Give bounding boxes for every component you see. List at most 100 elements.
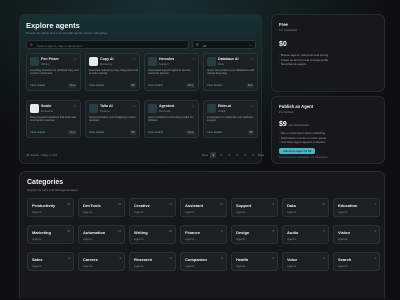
bookmark-icon[interactable]: ♡ — [73, 57, 77, 62]
category-tile[interactable]: Productivity Agents 24 — [27, 198, 74, 217]
category-subtitle: Agents — [287, 263, 297, 268]
agent-card[interactable]: Tallo AI Finance ♡ Personal finance and bud… — [85, 100, 140, 138]
publish-price-unit: per submission — [288, 123, 309, 127]
view-details-link[interactable]: View details — [30, 130, 45, 134]
category-tile[interactable]: Support Agents 9 — [231, 198, 278, 217]
category-count: 5 — [323, 229, 325, 233]
category-name: Vision — [338, 230, 350, 235]
page-button[interactable]: Prev — [202, 152, 208, 158]
page-button[interactable]: 5 — [242, 152, 248, 158]
bookmark-icon[interactable]: ♡ — [73, 104, 77, 109]
category-name: Companion — [185, 257, 207, 262]
agent-name: Copy AI — [100, 57, 114, 61]
agent-card[interactable]: Hercules Support ♡ Automated support agent … — [144, 53, 199, 91]
bookmark-icon[interactable]: ♡ — [191, 57, 195, 62]
submit-agent-button[interactable]: Submit an agent for $9 — [279, 148, 316, 154]
view-details-link[interactable]: View details — [89, 83, 104, 87]
agent-logo — [30, 57, 39, 66]
view-details-link[interactable]: View details — [89, 130, 104, 134]
agent-card[interactable]: Elder-ai Health ♡ AI assistant for eldercar… — [203, 100, 258, 138]
pagination: Prev 1 2 3 4 5 6 Next — [202, 152, 264, 158]
agent-name: Scaile — [41, 104, 52, 108]
view-details-link[interactable]: View details — [148, 83, 163, 87]
page-button[interactable]: 4 — [234, 152, 240, 158]
category-tile[interactable]: Search Agents 7 — [333, 252, 380, 271]
page-button[interactable]: Next — [258, 152, 264, 158]
agent-card[interactable]: Copy AI Marketing ♡ Generate marketing copy… — [85, 53, 140, 91]
agent-category: Writing — [41, 62, 50, 66]
bookmark-icon[interactable]: ♡ — [132, 104, 136, 109]
results-count: 48 results • Page 1 of 6 — [26, 153, 58, 157]
category-tile[interactable]: Automation Agents 13 — [78, 225, 125, 244]
category-tile[interactable]: Design Agents 8 — [231, 225, 278, 244]
bookmark-icon[interactable]: ♡ — [191, 104, 195, 109]
category-count: 24 — [67, 202, 70, 206]
category-tile[interactable]: Assistant Agents 15 — [180, 198, 227, 217]
category-tile[interactable]: Data Agents 11 — [282, 198, 329, 217]
category-tile[interactable]: Voice Agents 4 — [282, 252, 329, 271]
agent-logo — [89, 104, 98, 113]
category-subtitle: Agents — [185, 236, 195, 241]
agent-name: Database AI — [218, 57, 239, 61]
category-count: 6 — [221, 229, 223, 233]
category-tile[interactable]: Careers Agents 3 — [78, 252, 125, 271]
category-subtitle: Agents — [185, 209, 195, 214]
agent-logo — [148, 104, 157, 113]
agent-category: DevTools — [159, 109, 171, 113]
category-tile[interactable]: Companion Agents 6 — [180, 252, 227, 271]
categories-panel: Categories Explore by topic and find age… — [19, 171, 385, 299]
category-count: 5 — [272, 256, 274, 260]
category-tile[interactable]: Research Agents 11 — [129, 252, 176, 271]
view-details-link[interactable]: View details — [207, 130, 222, 134]
category-name: Design — [236, 230, 250, 235]
free-plan-panel: Free For individuals $0 Browse agents, c… — [271, 14, 385, 92]
page-button[interactable]: 1 — [210, 152, 217, 158]
agent-category: Finance — [100, 109, 110, 113]
category-tile[interactable]: Finance Agents 6 — [180, 225, 227, 244]
agent-card[interactable]: Pen Prism Writing ♡ AI writing assistant fo… — [26, 53, 81, 91]
category-tile[interactable]: Education Agents 7 — [333, 198, 380, 217]
bookmark-icon[interactable]: ♡ — [132, 57, 136, 62]
category-tile[interactable]: Health Agents 5 — [231, 252, 278, 271]
category-tile[interactable]: Sales Agents 9 — [27, 252, 74, 271]
category-tile[interactable]: Audio Agents 5 — [282, 225, 329, 244]
category-filter-select[interactable]: ≡ All ⌄ — [192, 40, 256, 49]
agent-card[interactable]: Agentest DevTools ♡ Agent workflows and tes… — [144, 100, 199, 138]
view-details-link[interactable]: View details — [207, 83, 222, 87]
page-button[interactable]: 2 — [218, 152, 224, 158]
agent-description: AI writing assistant for polished copy a… — [30, 69, 79, 76]
agent-description: Personal finance and budgeting tracker a… — [89, 116, 136, 123]
category-subtitle: Agents — [287, 209, 297, 214]
view-details-link[interactable]: View details — [148, 130, 163, 134]
category-tile[interactable]: Creative Agents 12 — [129, 198, 176, 217]
category-count: 11 — [322, 202, 325, 206]
category-name: Sales — [32, 257, 43, 262]
category-tile[interactable]: Marketing Agents 16 — [27, 225, 74, 244]
agent-logo — [30, 104, 39, 113]
category-count: 7 — [374, 202, 376, 206]
page-button[interactable]: 3 — [226, 152, 232, 158]
bookmark-icon[interactable]: ♡ — [250, 57, 254, 62]
agent-description: Generate marketing copy, blog posts and … — [89, 69, 138, 76]
category-tile[interactable]: Writing Agents 10 — [129, 225, 176, 244]
agent-price-badge: $9 — [129, 82, 136, 88]
agent-card[interactable]: Scaile Research ♡ Deep research assistant t… — [26, 100, 81, 138]
agent-category: Marketing — [100, 62, 113, 66]
category-subtitle: Agents — [83, 263, 93, 268]
category-count: 11 — [169, 256, 172, 260]
search-input[interactable]: ⌕ Search agents, tags or developers — [26, 40, 189, 49]
agent-logo — [89, 57, 98, 66]
category-tile[interactable]: DevTools Agents 18 — [78, 198, 125, 217]
agent-category: Support — [159, 62, 169, 66]
category-count: 7 — [374, 256, 376, 260]
agent-name: Elder-ai — [218, 104, 232, 108]
page-button[interactable]: 6 — [250, 152, 256, 158]
category-tile[interactable]: Vision Agents 4 — [333, 225, 380, 244]
category-name: Support — [236, 203, 252, 208]
agent-card[interactable]: Database AI Data ♡ Query and analyze your d… — [203, 53, 258, 91]
view-details-link[interactable]: View details — [30, 83, 45, 87]
bookmark-icon[interactable]: ♡ — [250, 104, 254, 109]
feature-item: Browse agents, categories and pricing — [279, 53, 328, 58]
agent-category: Data — [218, 62, 224, 66]
category-count: 3 — [119, 256, 121, 260]
